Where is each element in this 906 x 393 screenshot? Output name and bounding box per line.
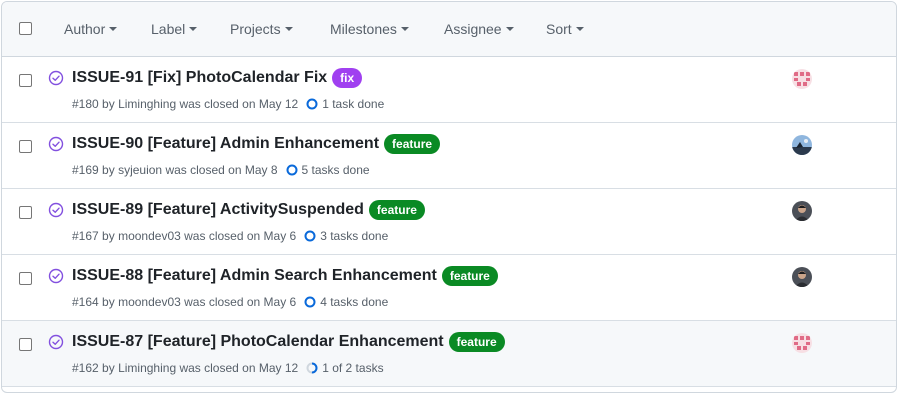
assignee-avatar[interactable] — [792, 267, 812, 287]
issue-closed-text: was closed on May 8 — [165, 163, 278, 177]
chevron-down-icon — [109, 27, 118, 32]
issues-list-panel: Author Label Projects Milestones Assigne… — [1, 1, 897, 393]
issue-by-text: by — [102, 361, 115, 375]
issue-select-checkbox[interactable] — [19, 206, 32, 219]
issue-meta: #180 by Liminghing was closed on May 12 … — [72, 97, 384, 111]
issue-closed-text: was closed on May 12 — [179, 361, 299, 375]
issue-meta: #164 by moondev03 was closed on May 6 4 … — [72, 295, 388, 309]
issue-author-link[interactable]: moondev03 — [118, 229, 181, 243]
issue-closed-icon — [48, 334, 64, 350]
assignee-avatar[interactable] — [792, 333, 812, 353]
milestones-filter-button[interactable]: Milestones — [330, 2, 409, 56]
task-progress-icon — [286, 164, 298, 176]
issue-closed-text: was closed on May 12 — [179, 97, 299, 111]
issue-by-text: by — [102, 229, 115, 243]
task-progress-icon — [306, 98, 318, 110]
issue-author-link[interactable]: Liminghing — [118, 97, 176, 111]
assignee-filter-label: Assignee — [444, 21, 502, 37]
issue-label-badge[interactable]: feature — [448, 332, 505, 352]
task-progress-icon — [304, 296, 316, 308]
issue-label-badge[interactable]: feature — [384, 134, 441, 154]
issue-label-badge[interactable]: feature — [368, 200, 425, 220]
sort-label: Sort — [546, 21, 572, 37]
chevron-down-icon — [189, 27, 198, 32]
issue-rows: ISSUE-91 [Fix] PhotoCalendar Fix fix #18… — [2, 57, 896, 387]
issue-tasks-text[interactable]: 5 tasks done — [302, 163, 370, 177]
issue-meta: #167 by moondev03 was closed on May 6 3 … — [72, 229, 388, 243]
issue-number: #162 — [72, 361, 99, 375]
issue-row[interactable]: ISSUE-87 [Feature] PhotoCalendar Enhance… — [2, 321, 896, 387]
issue-author-link[interactable]: syjeuion — [118, 163, 162, 177]
assignee-avatar[interactable] — [792, 201, 812, 221]
issue-number: #169 — [72, 163, 99, 177]
task-progress-icon — [304, 230, 316, 242]
issue-number: #180 — [72, 97, 99, 111]
issue-by-text: by — [102, 163, 115, 177]
issue-author-link[interactable]: moondev03 — [118, 295, 181, 309]
issue-title-link[interactable]: ISSUE-88 [Feature] Admin Search Enhancem… — [72, 267, 437, 285]
issue-by-text: by — [102, 97, 115, 111]
issue-closed-icon — [48, 136, 64, 152]
issue-label-badge[interactable]: feature — [441, 266, 498, 286]
issues-list-header: Author Label Projects Milestones Assigne… — [2, 2, 896, 57]
issue-row[interactable]: ISSUE-89 [Feature] ActivitySuspended fea… — [2, 189, 896, 255]
issue-meta: #162 by Liminghing was closed on May 12 … — [72, 361, 384, 375]
milestones-filter-label: Milestones — [330, 21, 397, 37]
issue-closed-icon — [48, 70, 64, 86]
issue-title-line: ISSUE-91 [Fix] PhotoCalendar Fix fix — [72, 67, 363, 89]
issue-title-link[interactable]: ISSUE-87 [Feature] PhotoCalendar Enhance… — [72, 333, 444, 351]
label-filter-button[interactable]: Label — [151, 2, 198, 56]
projects-filter-label: Projects — [230, 21, 281, 37]
issue-select-checkbox[interactable] — [19, 338, 32, 351]
issue-author-link[interactable]: Liminghing — [118, 361, 176, 375]
chevron-down-icon — [400, 27, 409, 32]
issue-tasks-text[interactable]: 1 task done — [322, 97, 384, 111]
issue-closed-text: was closed on May 6 — [184, 229, 297, 243]
issue-select-checkbox[interactable] — [19, 74, 32, 87]
issue-by-text: by — [102, 295, 115, 309]
issue-title-line: ISSUE-90 [Feature] Admin Enhancement fea… — [72, 133, 441, 155]
label-filter-label: Label — [151, 21, 186, 37]
author-filter-button[interactable]: Author — [64, 2, 118, 56]
issue-number: #164 — [72, 295, 99, 309]
projects-filter-button[interactable]: Projects — [230, 2, 293, 56]
sort-button[interactable]: Sort — [546, 2, 584, 56]
issue-select-checkbox[interactable] — [19, 140, 32, 153]
task-progress-icon — [306, 362, 318, 374]
issue-title-link[interactable]: ISSUE-90 [Feature] Admin Enhancement — [72, 135, 379, 153]
issue-closed-text: was closed on May 6 — [184, 295, 297, 309]
issue-closed-icon — [48, 268, 64, 284]
chevron-down-icon — [284, 27, 293, 32]
issue-tasks-text[interactable]: 4 tasks done — [320, 295, 388, 309]
author-filter-label: Author — [64, 21, 106, 37]
issue-tasks-text[interactable]: 1 of 2 tasks — [322, 361, 383, 375]
issue-title-line: ISSUE-87 [Feature] PhotoCalendar Enhance… — [72, 331, 505, 353]
assignee-avatar[interactable] — [792, 135, 812, 155]
assignee-filter-button[interactable]: Assignee — [444, 2, 514, 56]
filter-bar: Author Label Projects Milestones Assigne… — [2, 2, 896, 56]
issue-title-line: ISSUE-89 [Feature] ActivitySuspended fea… — [72, 199, 425, 221]
issue-row[interactable]: ISSUE-90 [Feature] Admin Enhancement fea… — [2, 123, 896, 189]
issue-meta: #169 by syjeuion was closed on May 8 5 t… — [72, 163, 370, 177]
issue-number: #167 — [72, 229, 99, 243]
issue-row[interactable]: ISSUE-91 [Fix] PhotoCalendar Fix fix #18… — [2, 57, 896, 123]
issue-title-link[interactable]: ISSUE-89 [Feature] ActivitySuspended — [72, 201, 364, 219]
issue-tasks-text[interactable]: 3 tasks done — [320, 229, 388, 243]
assignee-avatar[interactable] — [792, 69, 812, 89]
issue-title-link[interactable]: ISSUE-91 [Fix] PhotoCalendar Fix — [72, 69, 327, 87]
issue-label-badge[interactable]: fix — [332, 68, 363, 88]
chevron-down-icon — [505, 27, 514, 32]
issue-select-checkbox[interactable] — [19, 272, 32, 285]
issue-closed-icon — [48, 202, 64, 218]
chevron-down-icon — [575, 27, 584, 32]
issue-title-line: ISSUE-88 [Feature] Admin Search Enhancem… — [72, 265, 498, 287]
issue-row[interactable]: ISSUE-88 [Feature] Admin Search Enhancem… — [2, 255, 896, 321]
